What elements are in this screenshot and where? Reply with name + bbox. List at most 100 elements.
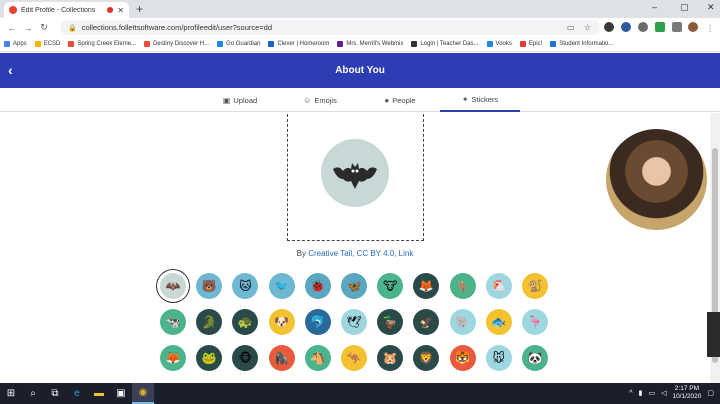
bookmark-item[interactable]: Destiny Discover H... [144, 41, 209, 47]
back-arrow-icon[interactable]: ← [4, 23, 20, 33]
tab-people[interactable]: ● People [360, 88, 440, 112]
eagle-sticker[interactable]: 🦅 [413, 309, 440, 335]
monkey-sticker[interactable]: 🐵 [232, 345, 259, 371]
bookmark-item[interactable]: Login | Teacher Das... [411, 41, 479, 47]
search-icon[interactable]: ⌕ [22, 383, 44, 404]
bug-sticker[interactable]: 🐞 [304, 273, 331, 299]
windows-taskbar: ⊞ ⌕ ⧉ e ▬ ▣ ◉ ^ ▮ ▭ ◁ 2:17 PM 10/1/2020 … [0, 383, 720, 404]
deer-sticker[interactable]: 🦌 [449, 273, 476, 299]
minimize-icon[interactable]: – [652, 2, 657, 12]
cow-2-sticker[interactable]: 🐄 [160, 309, 186, 335]
task-view-icon[interactable]: ⧉ [44, 383, 66, 404]
reload-icon[interactable]: ↻ [36, 22, 52, 33]
url-text: collections.follettsoftware.com/profilee… [81, 23, 273, 32]
chicken-sticker[interactable]: 🐔 [485, 273, 512, 299]
windows-start-icon[interactable]: ⊞ [0, 383, 22, 404]
bookmark-item[interactable]: Vooks [486, 41, 512, 47]
clock[interactable]: 2:17 PM 10/1/2020 [672, 385, 701, 401]
bookmark-item[interactable]: Epic! [519, 41, 542, 47]
cat-sticker[interactable]: 🐱 [232, 273, 259, 299]
network-icon[interactable]: ▭ [648, 389, 655, 397]
menu-kebab-icon[interactable]: ⋮ [706, 24, 714, 33]
bookmark-item[interactable]: Go Guardian [217, 41, 260, 47]
turtle-sticker[interactable]: 🐢 [232, 309, 259, 335]
bookmarks-bar: Apps ECSD Spring Creek Eleme... Destiny Dis… [0, 37, 720, 52]
horse-sticker[interactable]: 🐴 [304, 345, 331, 371]
extension-icon[interactable] [655, 22, 665, 32]
person-icon: ● [384, 95, 390, 105]
maximize-icon[interactable]: ▢ [680, 2, 689, 13]
bat-sticker[interactable]: 🦇 [160, 273, 186, 299]
lemur-sticker[interactable]: 🐒 [522, 273, 548, 299]
lion-sticker[interactable]: 🦁 [413, 345, 440, 371]
cow-sticker[interactable]: 🐮 [377, 273, 404, 299]
elephant-sticker[interactable]: 🐘 [449, 309, 476, 335]
panda-sticker[interactable]: 🐼 [522, 345, 548, 371]
bookmark-item[interactable]: Clever | Homeroom [268, 41, 329, 47]
bookmark-item[interactable]: Student Informatio... [550, 41, 613, 47]
butterfly-sticker[interactable]: 🦋 [341, 273, 367, 299]
favicon-icon [9, 6, 17, 14]
bird-sticker[interactable]: 🐦 [268, 273, 295, 299]
fish-sticker[interactable]: 🐟 [485, 309, 512, 335]
tab-upload[interactable]: ▣ Upload [200, 88, 280, 112]
file-explorer-icon[interactable]: ▬ [88, 383, 110, 404]
mouse-sticker[interactable]: 🐭 [485, 345, 512, 371]
tab-label: Upload [233, 95, 258, 105]
bookmark-icon [217, 41, 224, 47]
kangaroo-sticker[interactable]: 🦘 [341, 345, 367, 371]
back-chevron-icon[interactable]: ‹ [8, 62, 13, 78]
bookmark-star-icon[interactable]: ☆ [584, 23, 591, 32]
crocodile-sticker[interactable]: 🐊 [196, 309, 223, 335]
bookmark-item[interactable]: Mrs. Merrill's Webmix [337, 41, 403, 47]
address-bar[interactable]: 🔒 collections.follettsoftware.com/profil… [60, 20, 600, 35]
browser-tab[interactable]: Edit Profile - Collections ✕ [4, 2, 129, 18]
extensions-puzzle-icon[interactable] [672, 22, 682, 32]
tab-label: Stickers [471, 94, 499, 104]
close-window-icon[interactable]: ✕ [707, 2, 715, 13]
forward-arrow-icon[interactable]: → [20, 23, 36, 33]
dove-sticker[interactable]: 🕊 [341, 309, 367, 335]
dog-sticker[interactable]: 🐶 [268, 309, 295, 335]
edge-icon[interactable]: e [66, 383, 88, 404]
tab-emojis[interactable]: ☺ Emojis [280, 88, 360, 112]
extension-icon[interactable] [604, 22, 614, 32]
profile-avatar[interactable] [688, 22, 698, 32]
paw-icon: ✦ [461, 94, 469, 104]
fox-sticker[interactable]: 🦊 [413, 273, 440, 299]
tab-stickers[interactable]: ✦ Stickers [440, 88, 520, 112]
duck-sticker[interactable]: 🦆 [377, 309, 404, 335]
bookmark-icon [550, 41, 557, 47]
lion-2-sticker[interactable]: 🐯 [449, 345, 476, 371]
cast-icon[interactable]: ▭ [567, 23, 575, 32]
fox-2-sticker[interactable]: 🦊 [160, 345, 186, 371]
dolphin-sticker[interactable]: 🐬 [304, 309, 331, 335]
microphone-icon[interactable]: ▮ [639, 389, 643, 397]
extension-icon[interactable] [638, 22, 648, 32]
bookmark-item[interactable]: ECSD [34, 41, 60, 47]
help-tab[interactable] [707, 312, 720, 357]
bookmark-item[interactable]: Spring Creek Eleme... [68, 41, 136, 47]
browser-toolbar: ← → ↻ 🔒 collections.follettsoftware.com/… [0, 18, 720, 37]
bear-sticker[interactable]: 🐻 [196, 273, 223, 299]
chevron-up-icon[interactable]: ^ [629, 390, 632, 397]
volume-icon[interactable]: ◁ [661, 389, 666, 397]
frog-sticker[interactable]: 🐸 [196, 345, 223, 371]
new-tab-button[interactable]: + [136, 2, 143, 16]
app-header: ‹ About You [0, 53, 720, 88]
browser-tab-strip: Edit Profile - Collections ✕ + – ▢ ✕ [0, 0, 720, 18]
system-tray: ^ ▮ ▭ ◁ 2:17 PM 10/1/2020 ▢ [629, 385, 714, 401]
extension-icon[interactable] [621, 22, 631, 32]
close-tab-icon[interactable]: ✕ [117, 6, 124, 15]
hamster-sticker[interactable]: 🐹 [377, 345, 404, 371]
bookmark-item[interactable]: Apps [4, 41, 27, 47]
gorilla-sticker[interactable]: 🦍 [268, 345, 295, 371]
bookmark-icon [519, 41, 526, 47]
bookmark-icon [411, 41, 418, 47]
attribution-link[interactable]: Creative Tail, CC BY 4.0, Link [308, 249, 413, 258]
chrome-icon[interactable]: ◉ [132, 383, 154, 404]
store-icon[interactable]: ▣ [110, 383, 132, 404]
notification-icon[interactable]: ▢ [707, 389, 714, 397]
flamingo-sticker[interactable]: 🦩 [522, 309, 548, 335]
tab-label: People [392, 95, 416, 105]
